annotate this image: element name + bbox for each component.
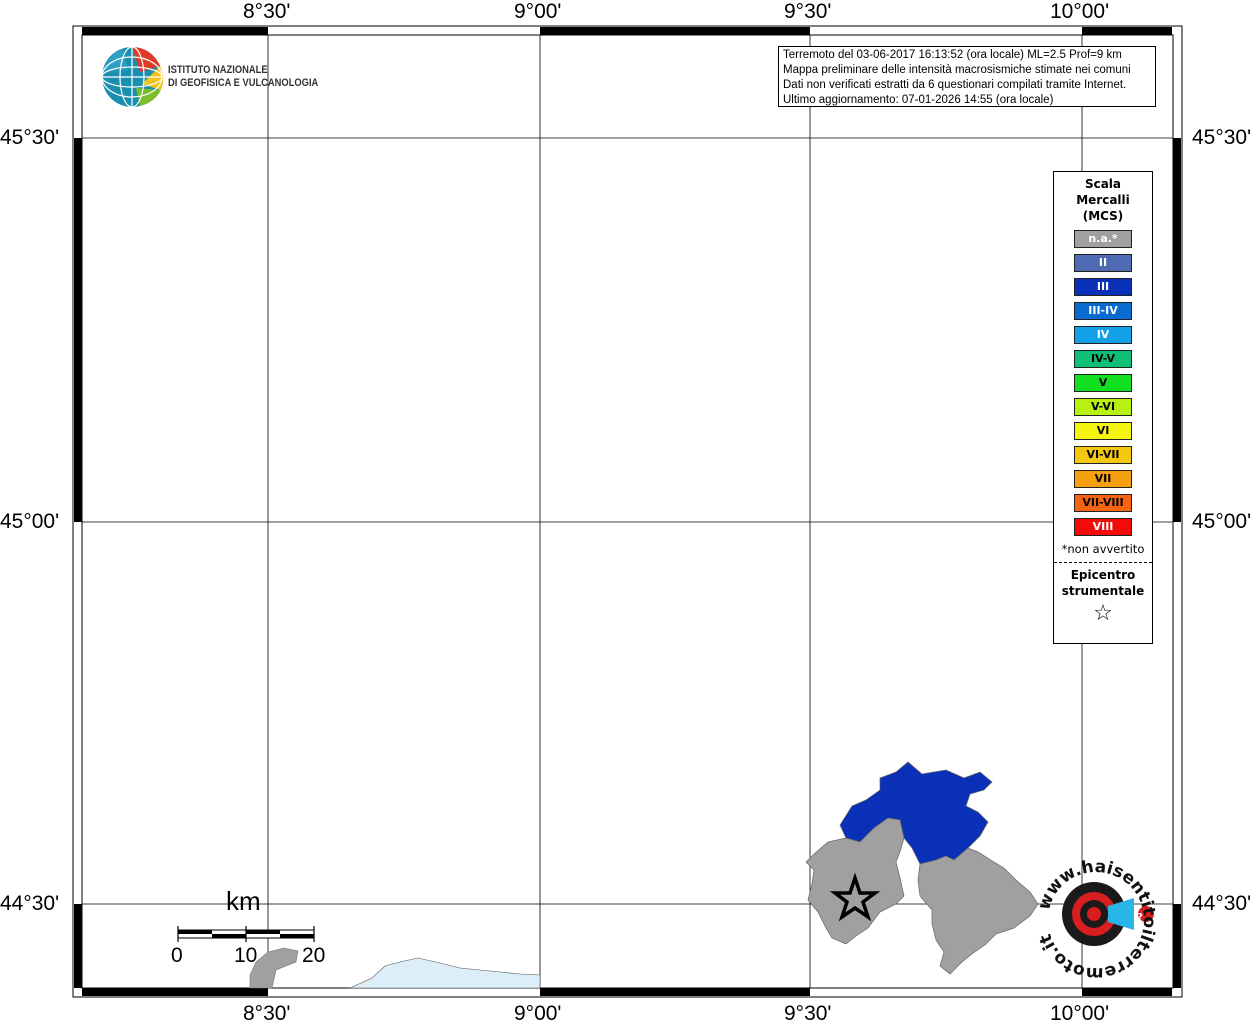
scale-tick-10: 10 [234, 944, 258, 967]
event-info-line3: Dati non verificati estratti da 6 questi… [783, 79, 1127, 91]
event-info-line1: Terremoto del 03-06-2017 16:13:52 (ora l… [783, 49, 1122, 61]
legend-epicenter-line2: strumentale [1061, 584, 1145, 598]
legend-item: V-VI [1074, 398, 1132, 416]
event-info-line2: Mappa preliminare delle intensità macros… [783, 64, 1131, 76]
legend-item: VI [1074, 422, 1132, 440]
legend-epicenter-line1: Epicentro [1070, 568, 1136, 582]
lon-label-top-4: 10°00' [1050, 0, 1110, 23]
lat-label-right-1: 45°30' [1192, 126, 1252, 149]
mcs-legend: Scala Mercalli (MCS) n.a.* II III III-IV IV I… [1053, 171, 1153, 644]
legend-star-icon: ☆ [1093, 601, 1113, 626]
lon-label-top-3: 9°30' [784, 0, 832, 23]
legend-item: VII-VIII [1074, 494, 1132, 512]
event-info-box: Terremoto del 03-06-2017 16:13:52 (ora l… [778, 46, 1156, 107]
map-area [81, 34, 1174, 989]
legend-item: VII [1074, 470, 1132, 488]
lon-label-bottom-4: 10°00' [1050, 1002, 1110, 1025]
lon-label-bottom-3: 9°30' [784, 1002, 832, 1025]
legend-item: IV-V [1074, 350, 1132, 368]
event-info-line4: Ultimo aggiornamento: 07-01-2026 14:55 (… [783, 94, 1054, 106]
legend-title-line3: (MCS) [1082, 209, 1124, 223]
legend-item: III [1074, 278, 1132, 296]
lat-label-left-2: 45°00' [0, 510, 60, 533]
ingv-logo-line2: DI GEOFISICA E VULCANOLOGIA [168, 77, 319, 89]
lat-label-right-2: 45°00' [1192, 510, 1252, 533]
haisentito-logo: www.haisentitoilterremoto.it [1034, 858, 1158, 982]
lon-label-top-2: 9°00' [514, 0, 562, 23]
legend-title-line1: Scala [1084, 177, 1122, 191]
legend-item: IV [1074, 326, 1132, 344]
ingv-logo-line1: ISTITUTO NAZIONALE [168, 64, 268, 76]
legend-items: n.a.* II III III-IV IV IV-V V V-VI VI VI-VII VII VI… [1054, 230, 1152, 536]
legend-note: *non avvertito [1061, 542, 1145, 556]
legend-epicenter-label: Epicentro strumentale [1054, 567, 1152, 599]
scale-tick-20: 20 [302, 944, 326, 967]
lon-label-bottom-2: 9°00' [514, 1002, 562, 1025]
legend-title: Scala Mercalli (MCS) [1054, 176, 1152, 224]
haisentito-url-text: www.haisentitoilterremoto.it [1034, 858, 1158, 982]
legend-divider [1054, 562, 1152, 563]
ingv-logo-text: ISTITUTO NAZIONALE DI GEOFISICA E VULCAN… [168, 64, 318, 90]
lon-label-top-1: 8°30' [243, 0, 291, 23]
scale-tick-0: 0 [171, 944, 183, 967]
legend-item: III-IV [1074, 302, 1132, 320]
lon-label-bottom-1: 8°30' [243, 1002, 291, 1025]
lat-label-left-3: 44°30' [0, 892, 60, 915]
legend-item: II [1074, 254, 1132, 272]
scale-unit-label: km [226, 886, 261, 916]
lat-label-right-3: 44°30' [1192, 892, 1252, 915]
lat-label-left-1: 45°30' [0, 126, 60, 149]
legend-item: V [1074, 374, 1132, 392]
legend-title-line2: Mercalli [1076, 193, 1130, 207]
legend-item: n.a.* [1074, 230, 1132, 248]
legend-item: VI-VII [1074, 446, 1132, 464]
legend-item: VIII [1074, 518, 1132, 536]
